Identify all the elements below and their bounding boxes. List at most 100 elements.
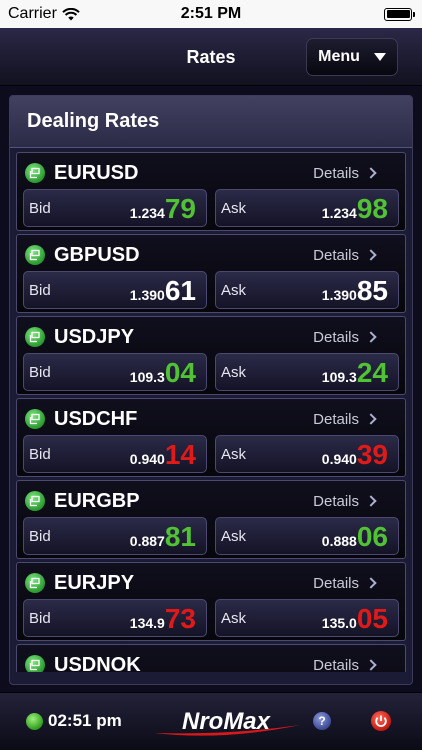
ask-label: Ask bbox=[221, 528, 247, 545]
rate-card[interactable]: USDJPY Details Bid 109.3 04 Ask 109.3 24 bbox=[16, 316, 406, 395]
pair-status-icon bbox=[25, 245, 45, 265]
rate-card-header: EURJPY Details bbox=[25, 571, 397, 595]
ask-label: Ask bbox=[221, 200, 247, 217]
connection-status-icon bbox=[26, 712, 43, 730]
rate-card-header: USDJPY Details bbox=[25, 325, 397, 349]
bid-label: Bid bbox=[29, 528, 51, 545]
ask-price-base: 135.0 bbox=[321, 615, 357, 631]
bid-button[interactable]: Bid 1.234 79 bbox=[23, 189, 207, 227]
bid-price-base: 134.9 bbox=[129, 615, 165, 631]
bid-price: 134.9 73 bbox=[130, 604, 196, 634]
carrier-label: Carrier bbox=[8, 5, 57, 22]
ask-price: 135.0 05 bbox=[322, 604, 388, 634]
details-link[interactable]: Details bbox=[313, 656, 397, 673]
rate-card[interactable]: EURUSD Details Bid 1.234 79 Ask 1.234 98 bbox=[16, 152, 406, 231]
chevron-right-icon bbox=[365, 413, 377, 425]
bid-price-pips: 73 bbox=[164, 603, 196, 634]
bid-label: Bid bbox=[29, 364, 51, 381]
details-link[interactable]: Details bbox=[313, 575, 397, 592]
bid-button[interactable]: Bid 1.390 61 bbox=[23, 271, 207, 309]
chevron-right-icon bbox=[365, 249, 377, 261]
bid-price-pips: 61 bbox=[164, 275, 196, 306]
rate-card[interactable]: USDNOK Details Bid Ask bbox=[16, 644, 406, 672]
bid-label: Bid bbox=[29, 610, 51, 627]
bid-button[interactable]: Bid 0.887 81 bbox=[23, 517, 207, 555]
chevron-right-icon bbox=[365, 495, 377, 507]
power-icon[interactable] bbox=[371, 711, 391, 731]
bid-price: 0.887 81 bbox=[130, 522, 196, 552]
wifi-icon bbox=[62, 7, 80, 20]
pair-status-icon bbox=[25, 655, 45, 672]
details-label: Details bbox=[313, 656, 359, 673]
bid-price-base: 0.940 bbox=[129, 451, 165, 467]
pair-name: EURUSD bbox=[54, 161, 139, 184]
details-label: Details bbox=[313, 492, 359, 510]
menu-label: Menu bbox=[318, 48, 360, 65]
clock-time: 02:51 pm bbox=[48, 711, 122, 730]
ask-price: 1.234 98 bbox=[322, 194, 388, 224]
details-link[interactable]: Details bbox=[313, 247, 397, 264]
details-link[interactable]: Details bbox=[313, 165, 397, 182]
ask-label: Ask bbox=[221, 282, 247, 299]
ask-price: 0.888 06 bbox=[322, 522, 388, 552]
chevron-right-icon bbox=[365, 659, 377, 671]
details-label: Details bbox=[313, 574, 359, 592]
rates-list[interactable]: EURUSD Details Bid 1.234 79 Ask 1.234 98 bbox=[16, 152, 406, 672]
rate-card[interactable]: EURJPY Details Bid 134.9 73 Ask 135.0 05 bbox=[16, 562, 406, 641]
bid-price: 1.234 79 bbox=[130, 194, 196, 224]
caret-down-icon bbox=[373, 53, 386, 61]
details-link[interactable]: Details bbox=[313, 329, 397, 346]
rate-card[interactable]: GBPUSD Details Bid 1.390 61 Ask 1.390 85 bbox=[16, 234, 406, 313]
ask-button[interactable]: Ask 109.3 24 bbox=[215, 353, 399, 391]
details-label: Details bbox=[313, 246, 359, 264]
ask-button[interactable]: Ask 1.390 85 bbox=[215, 271, 399, 309]
pair-status-icon bbox=[25, 327, 45, 347]
details-label: Details bbox=[313, 328, 359, 346]
bid-price: 109.3 04 bbox=[130, 358, 196, 388]
help-icon[interactable]: ? bbox=[313, 712, 331, 730]
rate-card[interactable]: USDCHF Details Bid 0.940 14 Ask 0.940 39 bbox=[16, 398, 406, 477]
rate-card-header: EURGBP Details bbox=[25, 489, 397, 513]
ask-button[interactable]: Ask 1.234 98 bbox=[215, 189, 399, 227]
ask-price-pips: 85 bbox=[356, 275, 388, 306]
ask-price-base: 109.3 bbox=[321, 369, 357, 385]
pair-status-icon bbox=[25, 163, 45, 183]
ask-button[interactable]: Ask 135.0 05 bbox=[215, 599, 399, 637]
status-bar: Carrier 2:51 PM bbox=[0, 0, 422, 28]
chevron-right-icon bbox=[365, 577, 377, 589]
details-link[interactable]: Details bbox=[313, 411, 397, 428]
panel-title: Dealing Rates bbox=[10, 96, 412, 148]
chevron-right-icon bbox=[365, 167, 377, 179]
bid-button[interactable]: Bid 0.940 14 bbox=[23, 435, 207, 473]
dealing-rates-panel: Dealing Rates EURUSD Details Bid 1.234 7… bbox=[9, 95, 413, 685]
ask-button[interactable]: Ask 0.940 39 bbox=[215, 435, 399, 473]
ask-price-pips: 98 bbox=[356, 193, 388, 224]
nav-bar: Rates Menu bbox=[0, 28, 422, 86]
ask-price-base: 1.234 bbox=[321, 205, 357, 221]
pair-name: EURGBP bbox=[54, 489, 140, 512]
ask-price-base: 1.390 bbox=[321, 287, 357, 303]
menu-button[interactable]: Menu bbox=[306, 38, 398, 76]
bid-label: Bid bbox=[29, 282, 51, 299]
ask-price-pips: 05 bbox=[356, 603, 388, 634]
ask-price-base: 0.940 bbox=[321, 451, 357, 467]
rate-card-header: USDCHF Details bbox=[25, 407, 397, 431]
details-link[interactable]: Details bbox=[313, 493, 397, 510]
bottom-bar: 02:51 pm NroMax ? bbox=[0, 692, 422, 750]
ask-price: 1.390 85 bbox=[322, 276, 388, 306]
ask-price-pips: 39 bbox=[356, 439, 388, 470]
bid-price-pips: 79 bbox=[164, 193, 196, 224]
ask-button[interactable]: Ask 0.888 06 bbox=[215, 517, 399, 555]
bid-button[interactable]: Bid 109.3 04 bbox=[23, 353, 207, 391]
battery-icon bbox=[384, 7, 415, 21]
pair-status-icon bbox=[25, 573, 45, 593]
ask-price-base: 0.888 bbox=[321, 533, 357, 549]
bid-button[interactable]: Bid 134.9 73 bbox=[23, 599, 207, 637]
rate-card[interactable]: EURGBP Details Bid 0.887 81 Ask 0.888 06 bbox=[16, 480, 406, 559]
ask-label: Ask bbox=[221, 364, 247, 381]
ask-price-pips: 24 bbox=[356, 357, 388, 388]
pair-name: GBPUSD bbox=[54, 243, 140, 266]
bid-label: Bid bbox=[29, 200, 51, 217]
rate-card-header: USDNOK Details bbox=[25, 653, 397, 672]
bid-price: 1.390 61 bbox=[130, 276, 196, 306]
